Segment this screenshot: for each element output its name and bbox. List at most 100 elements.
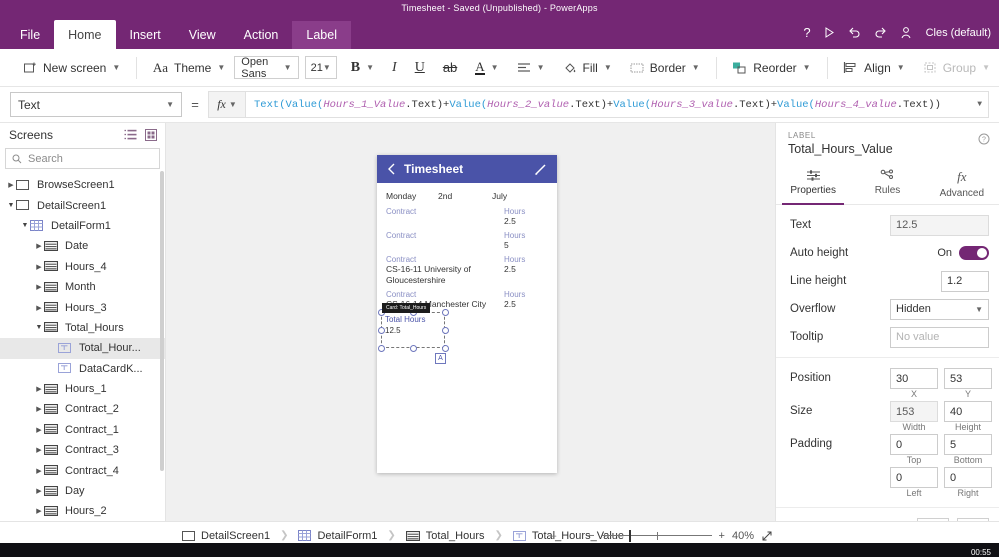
help-circle-icon[interactable]: ?: [978, 133, 990, 145]
search-input[interactable]: Search: [5, 148, 160, 169]
tree-expand-arrow[interactable]: ▼: [34, 324, 44, 331]
font-color-button[interactable]: A ▼: [466, 54, 507, 82]
tree-item-total_hour[interactable]: Total_Hour...: [0, 338, 165, 359]
tree-expand-arrow[interactable]: ▶: [34, 487, 44, 495]
strikethrough-button[interactable]: ab: [434, 54, 466, 82]
ribbon-tab-home[interactable]: Home: [54, 20, 116, 49]
padding-bottom-input[interactable]: 5: [944, 434, 992, 455]
chevron-down-icon[interactable]: ▼: [977, 100, 982, 109]
pencil-icon[interactable]: [534, 163, 547, 176]
tree-item-hours_1[interactable]: ▶ Hours_1: [0, 379, 165, 399]
tree-expand-arrow[interactable]: ▼: [20, 222, 30, 229]
resize-handle-e[interactable]: [442, 327, 449, 334]
ribbon-tab-action[interactable]: Action: [230, 21, 293, 49]
selected-control-box[interactable]: Total Hours 12.5: [378, 309, 449, 352]
ribbon-tab-label[interactable]: Label: [292, 21, 351, 49]
position-x-input[interactable]: 30: [890, 368, 938, 389]
font-family-select[interactable]: Open Sans ▼: [234, 56, 299, 80]
position-y-input[interactable]: 53: [944, 368, 992, 389]
phone-preview[interactable]: Timesheet Monday 2nd July Contract Hours 2…: [377, 155, 557, 473]
tree-expand-arrow[interactable]: ▼: [6, 202, 16, 209]
tree-item-contract_2[interactable]: ▶ Contract_2: [0, 399, 165, 419]
tree-item-detailscreen1[interactable]: ▼ DetailScreen1: [0, 195, 165, 215]
tree-item-hours_4[interactable]: ▶ Hours_4: [0, 257, 165, 277]
padding-right-input[interactable]: 0: [944, 467, 992, 488]
thumbnail-view-icon[interactable]: [145, 129, 157, 141]
tree-item-hours_3[interactable]: ▶ Hours_3: [0, 297, 165, 317]
property-select[interactable]: Text ▼: [10, 92, 182, 117]
tree-expand-arrow[interactable]: ▶: [34, 426, 44, 434]
zoom-out-button[interactable]: −: [588, 530, 594, 542]
resize-handle-ne[interactable]: [442, 309, 449, 316]
formula-input[interactable]: Text(Value(Hours_1_Value.Text)+Value(Hou…: [246, 91, 989, 118]
tree-expand-arrow[interactable]: ▶: [6, 181, 16, 189]
tree-expand-arrow[interactable]: ▶: [34, 405, 44, 413]
undo-icon[interactable]: [848, 27, 861, 39]
tree-item-detailform1[interactable]: ▼ DetailForm1: [0, 216, 165, 236]
tree-item-contract_1[interactable]: ▶ Contract_1: [0, 420, 165, 440]
resize-handle-se[interactable]: [442, 345, 449, 352]
reorder-button[interactable]: Reorder ▼: [723, 54, 819, 82]
tree-item-datacardk[interactable]: DataCardK...: [0, 359, 165, 379]
tree-item-hours_2[interactable]: ▶ Hours_2: [0, 501, 165, 521]
overflow-select[interactable]: Hidden ▼: [890, 298, 989, 320]
tree-item-day[interactable]: ▶ Day: [0, 481, 165, 501]
fill-button[interactable]: Fill ▼: [554, 54, 621, 82]
redo-icon[interactable]: [874, 27, 887, 39]
bold-button[interactable]: B ▼: [337, 54, 383, 82]
align-objects-button[interactable]: Align ▼: [834, 54, 914, 82]
app-canvas[interactable]: Timesheet Monday 2nd July Contract Hours 2…: [166, 123, 775, 521]
chevron-left-icon[interactable]: [387, 163, 396, 175]
tree-view-icon[interactable]: [124, 129, 137, 141]
slider-thumb[interactable]: [628, 529, 631, 542]
tree-expand-arrow[interactable]: ▶: [34, 385, 44, 393]
play-icon[interactable]: [824, 27, 835, 38]
text-input[interactable]: 12.5: [890, 214, 989, 236]
tree-item-contract_4[interactable]: ▶ Contract_4: [0, 460, 165, 480]
tree-scrollbar[interactable]: [160, 171, 164, 471]
line-height-input[interactable]: 1.2: [941, 270, 989, 292]
tree-expand-arrow[interactable]: ▶: [34, 242, 44, 250]
size-width-input[interactable]: 153: [890, 401, 938, 422]
ribbon-tab-view[interactable]: View: [175, 21, 230, 49]
tree-expand-arrow[interactable]: ▶: [34, 263, 44, 271]
tree-item-contract_3[interactable]: ▶ Contract_3: [0, 440, 165, 460]
tooltip-input[interactable]: No value: [890, 326, 989, 348]
record-row[interactable]: Contract Hours CS-16-11 University of Glou…: [386, 255, 548, 286]
tree-expand-arrow[interactable]: ▶: [34, 467, 44, 475]
resize-handle-w[interactable]: [378, 327, 385, 334]
ribbon-tab-insert[interactable]: Insert: [116, 21, 175, 49]
record-row[interactable]: Contract Hours 5: [386, 231, 548, 251]
collapse-button[interactable]: –: [550, 530, 556, 542]
accessibility-flag-icon[interactable]: A: [435, 353, 446, 364]
ribbon-tab-file[interactable]: File: [6, 21, 54, 49]
tree-item-total_hours[interactable]: ▼ Total_Hours: [0, 318, 165, 338]
help-icon[interactable]: ?: [803, 25, 810, 40]
zoom-slider[interactable]: [601, 529, 712, 542]
resize-handle-s[interactable]: [410, 345, 417, 352]
padding-top-input[interactable]: 0: [890, 434, 938, 455]
tree-item-browsescreen1[interactable]: ▶ BrowseScreen1: [0, 175, 165, 195]
theme-button[interactable]: Aa Theme ▼: [144, 54, 234, 82]
record-row[interactable]: Contract Hours 2.5: [386, 207, 548, 227]
border-button[interactable]: Border ▼: [621, 54, 709, 82]
tab-rules[interactable]: Rules: [850, 166, 924, 204]
padding-left-input[interactable]: 0: [890, 467, 938, 488]
resize-handle-sw[interactable]: [378, 345, 385, 352]
tree-expand-arrow[interactable]: ▶: [34, 446, 44, 454]
tree-expand-arrow[interactable]: ▶: [34, 283, 44, 291]
user-name[interactable]: Cles (default): [926, 27, 991, 39]
italic-button[interactable]: I: [383, 54, 406, 82]
auto-height-toggle[interactable]: [959, 246, 989, 260]
font-size-select[interactable]: 21 ▼: [304, 56, 337, 79]
tab-properties[interactable]: Properties: [776, 166, 850, 205]
size-height-input[interactable]: 40: [944, 401, 992, 422]
underline-button[interactable]: U: [406, 54, 434, 82]
account-icon[interactable]: [900, 26, 913, 39]
align-button[interactable]: ▼: [508, 54, 554, 82]
fx-button[interactable]: fx ▼: [208, 91, 246, 118]
tree-item-month[interactable]: ▶ Month: [0, 277, 165, 297]
new-screen-button[interactable]: New screen ▼: [14, 54, 129, 82]
tab-advanced[interactable]: fx Advanced: [925, 166, 999, 204]
tree-expand-arrow[interactable]: ▶: [34, 304, 44, 312]
